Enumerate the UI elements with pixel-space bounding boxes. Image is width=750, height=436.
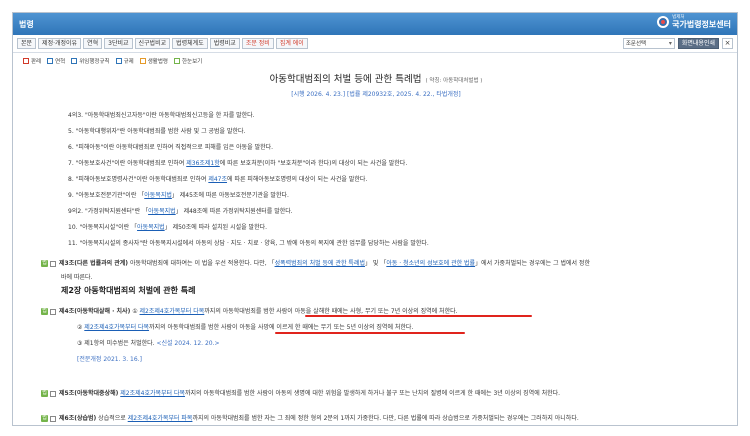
definition-item: 9. "아동보호전문기관"이란 「아동복지법」 제45조에 따른 아동보호전문기… <box>68 192 289 199</box>
shield-logo-icon <box>657 16 670 29</box>
brand-name: 국가법령정보센터 <box>672 19 731 29</box>
law-icon[interactable]: 법 <box>41 260 48 267</box>
definition-item: 11. "아동복지시설의 종사자"란 아동복지시설에서 아동의 상담 · 지도 … <box>68 240 429 247</box>
subtool-delegated[interactable]: 위임행정규칙 <box>71 57 110 65</box>
definition-item: 8. "피해아동보호명령사건"이란 아동학대범죄로 인하여 제47조에 따른 피… <box>68 176 368 183</box>
checkbox-icon[interactable] <box>50 390 56 397</box>
subtool-regulation[interactable]: 규제 <box>115 57 134 65</box>
tab-system[interactable]: 법령체계도 <box>172 38 208 49</box>
red-underline <box>305 315 532 317</box>
definition-item: 5. "아동학대행위자"란 아동학대범죄를 범한 사람 및 그 공범을 말한다. <box>68 128 246 135</box>
article-3: 법 제3조(다른 법률과의 관계) 아동학대범죄에 대하여는 이 법을 우선 적용… <box>41 260 590 267</box>
subtools: 판례 연혁 위임행정규칙 규제 생활법령 한눈보기 <box>13 55 737 67</box>
article-4-p3: ③ 제1항의 미수범은 처벌한다. <신설 2024. 12. 20.> <box>77 340 220 347</box>
tab-aggregate[interactable]: 집계 에이 <box>275 38 308 49</box>
tab-history[interactable]: 연혁 <box>83 38 103 49</box>
definition-item: 10. "아동복지시설"이란 「아동복지법」 제50조에 따라 설치된 시설을 … <box>68 224 268 231</box>
law-link[interactable]: 성폭력범죄의 처벌 등에 관한 특례법 <box>275 260 365 267</box>
overview-icon <box>174 58 180 64</box>
article-5: 법 제5조(아동학대중상해) 제2조제4호가목부터 다목까지의 아동학대범죄를 범… <box>41 390 561 397</box>
delegated-icon <box>71 58 78 64</box>
tab-body[interactable]: 본문 <box>17 38 37 49</box>
law-link[interactable]: 제2조제4호가목부터 다목 <box>84 324 149 331</box>
tab-reason[interactable]: 제정·개정이유 <box>38 38 82 49</box>
chapter-title: 제2장 아동학대범죄의 처벌에 관한 특례 <box>61 286 196 295</box>
tab-newold[interactable]: 신구법비교 <box>134 38 171 49</box>
checkbox-icon[interactable] <box>50 260 56 267</box>
close-icon[interactable]: × <box>722 38 733 49</box>
history-icon <box>47 58 54 64</box>
tab-article-fix[interactable]: 조문 정비 <box>241 38 274 49</box>
law-icon[interactable]: 법 <box>41 415 48 422</box>
print-button[interactable]: 화면내용인쇄 <box>677 38 719 49</box>
law-link[interactable]: 제2조제4호가목부터 파목 <box>128 415 193 422</box>
article-4-p1: 법 제4조(아동학대살해 · 치사) ① 제2조제4호가목부터 다목까지의 아동학… <box>41 308 458 315</box>
law-link[interactable]: 아동복지법 <box>137 224 165 231</box>
subtool-cases[interactable]: 판례 <box>23 57 41 65</box>
law-link[interactable]: 제2조제4호가목부터 다목 <box>120 390 185 397</box>
law-enforcement-info: [시행 2026. 4. 23.] [법률 제20932호, 2025. 4. … <box>291 91 461 98</box>
law-icon[interactable]: 법 <box>41 390 48 397</box>
red-underline <box>275 332 465 334</box>
law-link[interactable]: 제47조 <box>208 176 227 183</box>
tab-3way[interactable]: 3단비교 <box>104 38 133 49</box>
title-bar: 법령 법제처 국가법령정보센터 <box>13 13 737 35</box>
law-viewer-window: 법령 법제처 국가법령정보센터 본문 제정·개정이유 연혁 3단비교 신구법비교… <box>12 12 738 426</box>
article-4-p2: ② 제2조제4호가목부터 다목까지의 아동학대범죄를 범한 사람이 아동을 사망… <box>77 324 414 331</box>
subtool-overview[interactable]: 한눈보기 <box>174 57 202 65</box>
highlighted-text: 아동을 사망에 이르게 한 때에는 무기 또는 5년 이상의 징역 <box>239 324 388 331</box>
tab-compare[interactable]: 법령비교 <box>209 38 240 49</box>
definition-item: 7. "아동보호사건"이란 아동학대범죄로 인하여 제36조제1항에 따른 보호… <box>68 160 408 167</box>
law-link[interactable]: 아동복지법 <box>144 192 172 199</box>
life-law-icon <box>139 58 146 64</box>
cases-icon <box>23 58 29 64</box>
definition-item: 9의2. "가정위탁지원센터"란 「아동복지법」 제48조에 따른 가정위탁지원… <box>68 208 293 215</box>
toolbar: 본문 제정·개정이유 연혁 3단비교 신구법비교 법령체계도 법령비교 조문 정… <box>13 35 737 53</box>
highlighted-text: 아동학대범죄를 범한 사람이 아동을 살해한 때에는 사형, 무기 또는 7년 … <box>222 308 432 315</box>
checkbox-icon[interactable] <box>50 308 56 315</box>
law-icon[interactable]: 법 <box>41 308 48 315</box>
definition-item: 4의3. "아동학대범죄신고자등"이란 아동학대범죄신고등을 한 자를 말한다. <box>68 112 255 119</box>
window-title: 법령 <box>19 19 34 29</box>
definition-item: 6. "피해아동"이란 아동학대범죄로 인하여 직접적으로 피해를 입은 아동을… <box>68 144 274 151</box>
law-link[interactable]: 제2조제4호가목부터 다목 <box>140 308 205 315</box>
law-link[interactable]: 제36조제1항 <box>186 160 220 167</box>
law-title: 아동학대범죄의 처벌 등에 관한 특례법( 약칭: 아동학대처벌법 ) <box>269 74 483 85</box>
amendment-note: [전문개정 2021. 3. 16.] <box>77 356 142 363</box>
article-6: 법 제6조(상습범) 상습적으로 제2조제4호가목부터 파목까지의 아동학대범죄를… <box>41 415 579 422</box>
brand-small: 법제처 <box>672 15 685 20</box>
subtool-life-law[interactable]: 생활법령 <box>139 57 168 65</box>
brand: 법제처 국가법령정보센터 <box>657 15 731 29</box>
article-select[interactable]: 조문선택 <box>622 38 675 49</box>
law-link[interactable]: 아동 · 청소년의 성보호에 관한 법률 <box>386 260 475 267</box>
article-3-cont: 바에 따른다. <box>61 274 93 281</box>
regulation-icon <box>115 58 122 64</box>
checkbox-icon[interactable] <box>50 415 56 422</box>
subtool-history[interactable]: 연혁 <box>47 57 65 65</box>
law-nickname: ( 약칭: 아동학대처벌법 ) <box>425 78 483 84</box>
law-link[interactable]: 아동복지법 <box>148 208 176 215</box>
